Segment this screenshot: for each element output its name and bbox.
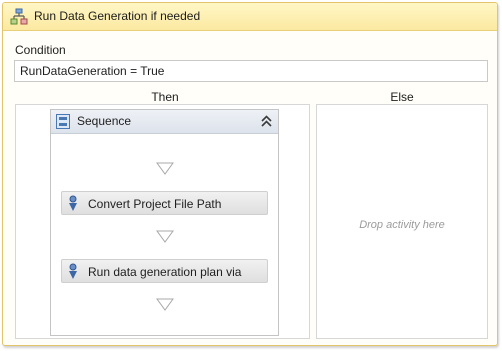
condition-input[interactable]: RunDataGeneration = True [14, 60, 488, 82]
condition-label: Condition [15, 43, 66, 57]
drop-target-arrow-icon[interactable] [156, 298, 174, 311]
sequence-title: Sequence [77, 114, 132, 128]
build-activity-icon [69, 263, 77, 279]
activity-header[interactable]: Run Data Generation if needed [3, 3, 497, 31]
activity-label: Convert Project File Path [88, 197, 222, 211]
activity-convert-project-file-path[interactable]: Convert Project File Path [61, 191, 268, 215]
build-activity-icon [69, 195, 77, 211]
if-activity-designer[interactable]: Run Data Generation if needed Condition … [2, 2, 498, 346]
drop-target-arrow-icon[interactable] [156, 230, 174, 243]
else-label: Else [390, 90, 414, 104]
activity-title: Run Data Generation if needed [34, 9, 201, 23]
then-branch-area[interactable]: Sequence Convert Project File Path Run d… [15, 104, 310, 339]
sequence-activity[interactable]: Sequence Convert Project File Path Run d… [50, 109, 279, 336]
collapse-chevrons-icon[interactable] [260, 114, 273, 129]
then-label: Then [151, 90, 179, 104]
activity-label: Run data generation plan via [88, 265, 242, 279]
if-activity-icon [10, 8, 28, 25]
sequence-header[interactable]: Sequence [51, 110, 278, 134]
drop-activity-placeholder: Drop activity here [359, 219, 445, 231]
sequence-icon [56, 114, 70, 129]
drop-target-arrow-icon[interactable] [156, 162, 174, 175]
else-branch-area[interactable]: Drop activity here [316, 104, 488, 339]
activity-run-data-generation-plan[interactable]: Run data generation plan via [61, 259, 268, 283]
